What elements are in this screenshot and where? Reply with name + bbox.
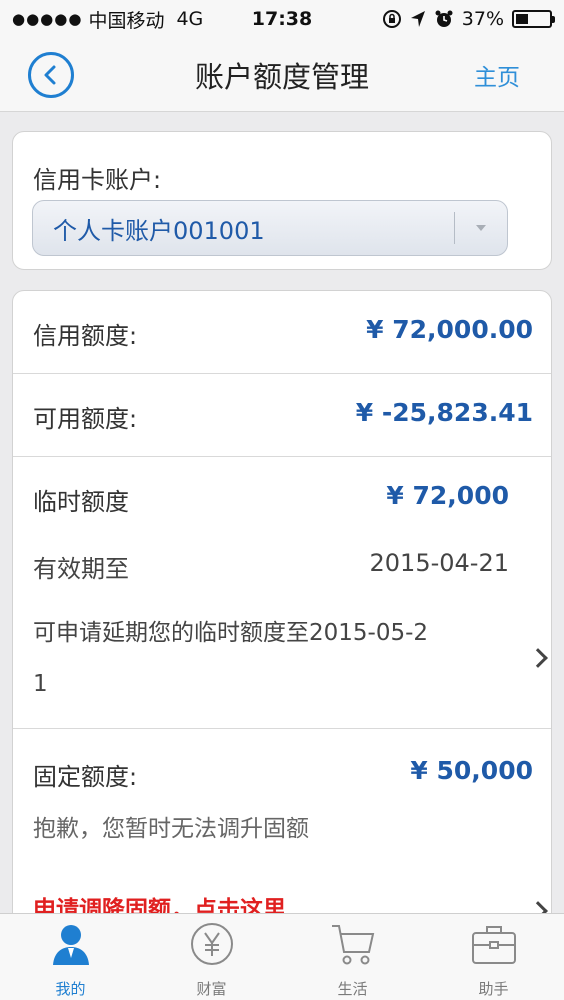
back-button[interactable]	[28, 52, 74, 98]
valid-until-label: 有效期至	[33, 555, 129, 583]
tab-bar: 我的 财富 生活 助手	[0, 913, 564, 1000]
yuan-icon	[188, 922, 236, 966]
rotation-lock-icon	[382, 10, 401, 28]
chevron-down-icon	[455, 225, 507, 231]
extend-text-line1: 可申请延期您的临时额度至2015-05-2	[33, 620, 429, 646]
tab-label: 财富	[196, 980, 227, 998]
cart-icon	[329, 922, 377, 966]
account-selected-value: 个人卡账户001001	[53, 216, 265, 245]
battery-fill	[516, 14, 528, 24]
credit-limit-value: ¥ 72,000.00	[366, 315, 533, 344]
status-bar: ●●●●● 中国移动 4G 17:38 37%	[0, 0, 564, 38]
available-limit-label: 可用额度:	[33, 405, 138, 433]
chevron-left-icon	[44, 65, 56, 85]
fixed-limit-label: 固定额度:	[33, 763, 138, 791]
divider	[13, 728, 551, 729]
alarm-icon	[435, 10, 453, 27]
tab-wealth[interactable]: 财富	[141, 914, 282, 1000]
temp-limit-value: ¥ 72,000	[386, 481, 509, 510]
temp-limit-label: 临时额度	[33, 488, 129, 516]
tab-label: 我的	[55, 980, 86, 998]
nav-bar: 账户额度管理 主页	[0, 38, 564, 112]
tab-life[interactable]: 生活	[282, 914, 423, 1000]
tab-mine[interactable]: 我的	[0, 914, 141, 1000]
carrier-name: 中国移动	[88, 9, 165, 32]
network-type: 4G	[176, 8, 204, 30]
tab-label: 生活	[337, 980, 368, 998]
fixed-limit-note: 抱歉，您暂时无法调升固额	[33, 816, 309, 842]
battery-icon	[512, 10, 555, 28]
battery-percent: 37%	[461, 8, 504, 30]
briefcase-icon	[470, 922, 518, 966]
available-limit-value: ¥ -25,823.41	[355, 398, 533, 427]
location-icon	[410, 11, 425, 27]
account-label: 信用卡账户:	[33, 166, 162, 194]
extend-text-line2: 1	[33, 671, 48, 697]
tab-assistant[interactable]: 助手	[423, 914, 564, 1000]
home-link[interactable]: 主页	[474, 58, 520, 92]
user-icon	[47, 922, 95, 966]
account-card: 信用卡账户: 个人卡账户001001	[12, 131, 552, 270]
valid-until-value: 2015-04-21	[369, 549, 509, 577]
signal-icon: ●●●●●	[12, 10, 83, 28]
account-select[interactable]: 个人卡账户001001	[32, 200, 508, 256]
credit-limit-label: 信用额度:	[33, 322, 138, 350]
chevron-right-icon	[528, 648, 548, 668]
divider	[13, 373, 551, 374]
tab-label: 助手	[478, 980, 509, 998]
page-title: 账户额度管理	[194, 59, 369, 94]
limits-card: 信用额度: ¥ 72,000.00 可用额度: ¥ -25,823.41 临时额…	[12, 290, 552, 930]
divider	[13, 456, 551, 457]
fixed-limit-value: ¥ 50,000	[410, 756, 533, 785]
extend-temp-limit-row[interactable]: 可申请延期您的临时额度至2015-05-2 1	[13, 591, 551, 721]
